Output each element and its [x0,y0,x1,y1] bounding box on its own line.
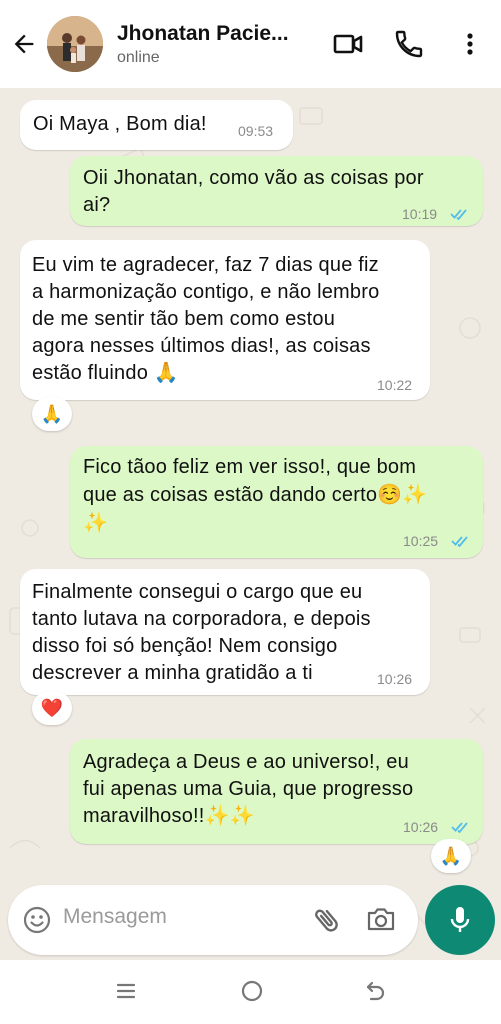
contact-name[interactable]: Jhonatan Pacie... [117,22,289,46]
message-text: Oi Maya , Bom dia! [33,113,207,135]
read-ticks-icon [451,536,468,547]
message-text: descrever a minha gratidão a ti [32,662,313,684]
message-composer[interactable]: Mensagem [8,885,418,955]
chat-header: Jhonatan Pacie... online [0,0,501,88]
message-text: Oii Jhonatan, como vão as coisas por [83,167,424,189]
message-bubble-outgoing[interactable]: Agradeça a Deus e ao universo!, eu fui a… [70,739,483,844]
recent-apps-icon[interactable] [115,980,137,1002]
message-text: ai? [83,194,111,216]
message-text: fui apenas uma Guia, que progresso [83,778,414,800]
message-time: 10:26 [377,671,413,687]
message-text: a harmonização contigo, e não lembro [32,281,380,303]
message-time: 09:53 [238,123,274,139]
reaction-badge[interactable]: 🙏 [32,397,72,431]
mic-button[interactable] [425,885,495,955]
message-text: tanto lutava na corporadora, e depois [32,608,371,630]
message-bubble-incoming[interactable]: Finalmente consegui o cargo que eu tanto… [20,569,430,695]
contact-status: online [117,49,160,66]
mic-icon [450,907,470,932]
camera-icon[interactable] [366,905,396,933]
attach-icon[interactable] [312,904,342,936]
back-nav-icon[interactable] [364,979,388,1003]
message-text: que as coisas estão dando certo☺️✨ [83,484,428,506]
reaction-badge[interactable]: ❤️ [32,691,72,725]
message-input[interactable]: Mensagem [63,905,167,929]
message-text: estão fluindo 🙏 [32,362,179,384]
read-ticks-icon [450,209,467,220]
message-text: de me sentir tão bem como estou [32,308,336,330]
message-text: Agradeça a Deus e ao universo!, eu [83,751,409,773]
message-text: Finalmente consegui o cargo que eu [32,581,363,603]
message-text: disso foi só benção! Nem consigo [32,635,338,657]
contact-avatar[interactable] [47,16,103,72]
read-ticks-icon [451,822,468,833]
message-text: Eu vim te agradecer, faz 7 dias que fiz [32,254,379,276]
message-text: Fico tãoo feliz em ver isso!, que bom [83,456,417,478]
message-text: agora nesses últimos dias!, as coisas [32,335,371,357]
message-text: ✨ [83,512,109,534]
emoji-icon[interactable] [23,906,51,934]
message-bubble-outgoing[interactable]: Fico tãoo feliz em ver isso!, que bom qu… [70,446,483,558]
phone-icon[interactable] [393,28,425,60]
system-nav-bar [0,960,501,1024]
reaction-badge[interactable]: 🙏 [431,839,471,873]
message-bubble-outgoing[interactable]: Oii Jhonatan, como vão as coisas por ai?… [70,156,483,226]
message-bubble-incoming[interactable]: Oi Maya , Bom dia! 09:53 [20,100,293,150]
video-call-icon[interactable] [332,28,364,60]
chat-area[interactable]: Oi Maya , Bom dia! 09:53 Oii Jhonatan, c… [0,88,501,960]
message-text: maravilhoso!!✨✨ [83,805,255,827]
message-time: 10:22 [377,377,413,393]
message-time: 10:19 [402,206,438,222]
message-time: 10:26 [403,819,439,835]
back-arrow-icon[interactable] [10,30,38,58]
more-vert-icon[interactable] [454,28,486,60]
home-icon[interactable] [240,979,264,1003]
message-bubble-incoming[interactable]: Eu vim te agradecer, faz 7 dias que fiz … [20,240,430,400]
message-time: 10:25 [403,533,439,549]
